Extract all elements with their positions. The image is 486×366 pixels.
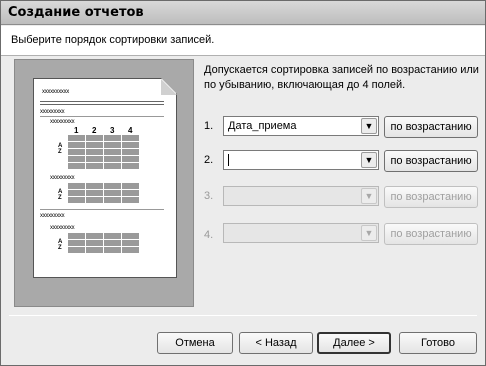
preview-grid-row	[68, 156, 139, 162]
footer-separator	[9, 315, 477, 316]
chevron-down-icon[interactable]: ▼	[361, 118, 377, 134]
report-preview-page: xxxxxxxxxx xxxxxxxxx xxxxxxxxx 1 2 3 4 A…	[33, 78, 177, 278]
sort-field-1-value: Дата_приема	[228, 120, 297, 132]
preview-az-label: A Z	[58, 189, 63, 201]
preview-grid-row	[68, 183, 139, 189]
sort-description: Допускается сортировка записей по возрас…	[204, 64, 479, 91]
preview-column-number: 2	[92, 126, 97, 135]
sort-field-1-number: 1.	[204, 120, 214, 132]
sort-field-1-combo[interactable]: Дата_приема ▼	[223, 116, 379, 136]
sort-field-3-combo[interactable]: ▼	[223, 186, 379, 206]
chevron-down-icon[interactable]: ▼	[361, 188, 377, 204]
preview-header-text: xxxxxxxxxx	[42, 89, 70, 95]
title-bar[interactable]: Создание отчетов	[1, 1, 485, 25]
preview-grid-row	[68, 247, 139, 253]
preview-divider	[40, 104, 164, 105]
preview-az-label: A Z	[58, 239, 63, 251]
window-title: Создание отчетов	[8, 5, 144, 20]
preview-subgroup-text: xxxxxxxxx	[50, 119, 75, 125]
preview-subgroup-text: xxxxxxxxx	[50, 225, 75, 231]
sort-field-2-number: 2.	[204, 154, 214, 166]
preview-grid-row	[68, 197, 139, 203]
preview-grid-row	[68, 142, 139, 148]
page-fold-corner	[161, 79, 177, 95]
preview-grid-row	[68, 233, 139, 239]
preview-divider	[40, 101, 164, 102]
instruction-band: Выберите порядок сортировки записей.	[1, 26, 485, 56]
sort-field-2-order-button[interactable]: по возрастанию	[384, 150, 478, 172]
sort-field-4-order-button[interactable]: по возрастанию	[384, 223, 478, 245]
sort-field-3-number: 3.	[204, 190, 214, 202]
preview-group-text: xxxxxxxxx	[40, 213, 65, 219]
preview-column-number: 4	[128, 126, 133, 135]
chevron-down-icon[interactable]: ▼	[361, 225, 377, 241]
sort-field-4-combo[interactable]: ▼	[223, 223, 379, 243]
text-cursor	[228, 154, 229, 166]
chevron-down-icon[interactable]: ▼	[361, 152, 377, 168]
finish-button[interactable]: Готово	[399, 332, 477, 354]
sort-field-1-order-button[interactable]: по возрастанию	[384, 116, 478, 138]
preview-grid-row	[68, 149, 139, 155]
preview-divider	[40, 116, 164, 117]
sort-preview-panel: xxxxxxxxxx xxxxxxxxx xxxxxxxxx 1 2 3 4 A…	[14, 59, 194, 307]
preview-grid-row	[68, 135, 139, 141]
instruction-text: Выберите порядок сортировки записей.	[11, 34, 215, 46]
preview-column-number: 1	[74, 126, 79, 135]
cancel-button[interactable]: Отмена	[157, 332, 233, 354]
preview-az-label: A Z	[58, 143, 63, 155]
preview-column-number: 3	[110, 126, 115, 135]
report-wizard-window: Создание отчетов Выберите порядок сортир…	[0, 0, 486, 366]
preview-grid-row	[68, 240, 139, 246]
preview-subgroup-text: xxxxxxxxx	[50, 175, 75, 181]
preview-grid-row	[68, 163, 139, 169]
preview-group-text: xxxxxxxxx	[40, 109, 65, 115]
preview-divider	[40, 209, 164, 210]
sort-field-2-combo[interactable]: ▼	[223, 150, 379, 170]
back-button[interactable]: < Назад	[239, 332, 313, 354]
next-button[interactable]: Далее >	[317, 332, 391, 354]
preview-grid-row	[68, 190, 139, 196]
sort-field-3-order-button[interactable]: по возрастанию	[384, 186, 478, 208]
sort-field-4-number: 4.	[204, 229, 214, 241]
